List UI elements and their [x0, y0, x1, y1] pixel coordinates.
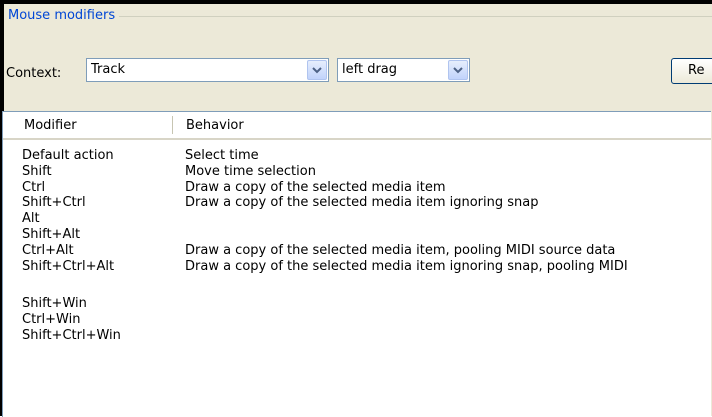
- list-item[interactable]: Ctrl+Alt Draw a copy of the selected medi…: [3, 243, 711, 258]
- modifier-list[interactable]: Modifier Behavior Default action Select t…: [2, 111, 711, 417]
- context-dropdown[interactable]: Track: [86, 58, 329, 82]
- behavior-cell: Select time: [185, 148, 259, 163]
- list-item[interactable]: Shift+Alt: [3, 227, 711, 242]
- list-item[interactable]: [3, 280, 711, 295]
- chevron-down-icon[interactable]: [307, 60, 327, 80]
- modifier-cell: Shift+Win: [22, 296, 87, 311]
- behavior-cell: Draw a copy of the selected media item: [185, 180, 446, 195]
- modifier-cell: Shift: [22, 164, 52, 179]
- behavior-cell: Draw a copy of the selected media item i…: [185, 195, 539, 210]
- column-divider[interactable]: [172, 116, 173, 134]
- modifier-cell: Shift+Alt: [22, 227, 81, 242]
- list-item[interactable]: Shift+Ctrl+Win: [3, 328, 711, 343]
- behavior-cell: Draw a copy of the selected media item, …: [185, 243, 616, 258]
- modifier-cell: Default action: [22, 148, 114, 163]
- chevron-down-icon[interactable]: [448, 60, 468, 80]
- behavior-cell: Draw a copy of the selected media item i…: [185, 259, 628, 274]
- list-item[interactable]: Shift+Ctrl Draw a copy of the selected me…: [3, 195, 711, 210]
- list-item[interactable]: Shift+Ctrl+Alt Draw a copy of the selecte…: [3, 259, 711, 274]
- context-dropdown-value: Track: [91, 62, 126, 77]
- modifier-cell: Shift+Ctrl: [22, 195, 86, 210]
- list-item[interactable]: Shift Move time selection: [3, 164, 711, 179]
- column-header-behavior[interactable]: Behavior: [186, 118, 244, 134]
- modifier-cell: Alt: [22, 211, 40, 226]
- modifier-cell: Shift+Ctrl+Alt: [22, 259, 115, 274]
- action-type-dropdown-value: left drag: [342, 62, 398, 77]
- reset-button[interactable]: Re: [671, 58, 712, 84]
- column-header-modifier[interactable]: Modifier: [24, 118, 77, 134]
- group-title: Mouse modifiers: [8, 7, 120, 25]
- context-label: Context:: [6, 66, 62, 81]
- list-header: Modifier Behavior: [3, 112, 711, 140]
- list-item[interactable]: Ctrl Draw a copy of the selected media it…: [3, 180, 711, 195]
- modifier-cell: Ctrl: [22, 180, 46, 195]
- list-item[interactable]: Alt: [3, 211, 711, 226]
- modifier-cell: Shift+Ctrl+Win: [22, 328, 121, 343]
- action-type-dropdown[interactable]: left drag: [337, 58, 470, 82]
- list-item[interactable]: Default action Select time: [3, 148, 711, 163]
- modifier-cell: Ctrl+Win: [22, 312, 81, 327]
- list-item[interactable]: Ctrl+Win: [3, 312, 711, 327]
- modifier-cell: Ctrl+Alt: [22, 243, 74, 258]
- list-item[interactable]: Shift+Win: [3, 296, 711, 311]
- behavior-cell: Move time selection: [185, 164, 316, 179]
